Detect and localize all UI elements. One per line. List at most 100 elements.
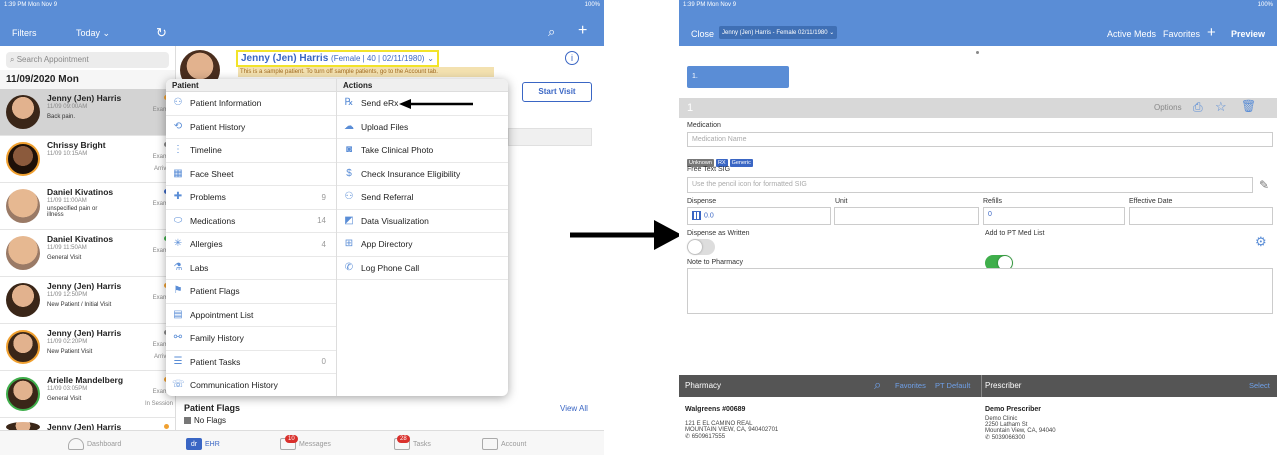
tab-tasks[interactable]: 28 Tasks: [394, 435, 431, 450]
detail-field: [508, 128, 592, 146]
menu-item-problems[interactable]: ✚ Problems 9: [166, 186, 336, 210]
menu-item-upload-files[interactable]: ☁ Upload Files: [337, 116, 508, 139]
menu-item-log-phone-call[interactable]: ✆ Log Phone Call: [337, 257, 508, 280]
dispense-input[interactable]: 0.0: [687, 207, 831, 225]
status-dot: [164, 424, 169, 429]
search-appointment-input[interactable]: ⌕ Search Appointment: [6, 52, 169, 68]
history-icon: ⟲: [173, 120, 183, 132]
chevron-down-icon: ⌄: [827, 30, 835, 36]
tab-ehr[interactable]: dr EHR: [186, 438, 220, 450]
options-button[interactable]: Options: [1154, 103, 1182, 112]
sig-input[interactable]: Use the pencil icon for formatted SIG: [687, 177, 1253, 193]
menu-item-patient-flags[interactable]: ⚑ Patient Flags: [166, 280, 336, 304]
appointment-item[interactable]: Arielle Mandelberg 11/09 03:05PM General V…: [0, 371, 175, 418]
menu-item-patient-information[interactable]: ⚇ Patient Information: [166, 92, 336, 116]
trash-icon[interactable]: 🗑: [1241, 99, 1256, 113]
menu-item-app-directory[interactable]: ⊞ App Directory: [337, 233, 508, 257]
menu-item-send-referral[interactable]: ⚇ Send Referral: [337, 186, 508, 210]
divider: [981, 375, 982, 397]
search-icon[interactable]: ⌕: [874, 377, 881, 393]
patient-name: Jenny (Jen) Harris: [241, 53, 329, 64]
menu-item-medications[interactable]: ⬭ Medications 14: [166, 210, 336, 233]
effective-date-label: Effective Date: [1129, 198, 1173, 205]
appointment-item[interactable]: Jenny (Jen) Harris 11/09 02:20PM New Patie…: [0, 324, 175, 371]
tab-account[interactable]: Account: [482, 438, 526, 450]
dispense-value: 0.0: [704, 212, 714, 220]
menu-item-appointment-list[interactable]: ▤ Appointment List: [166, 304, 336, 327]
prescription-tab[interactable]: 1.: [687, 66, 789, 88]
close-button[interactable]: Close: [691, 29, 714, 39]
today-dropdown[interactable]: Today ⌄: [76, 28, 110, 39]
dispense-as-written-toggle[interactable]: [687, 239, 715, 255]
unit-input[interactable]: [834, 207, 979, 225]
menu-item-labs[interactable]: ⚗ Labs: [166, 257, 336, 280]
tab-dashboard[interactable]: Dashboard: [68, 438, 121, 450]
printer-icon[interactable]: ⎙: [1193, 100, 1203, 115]
menu-item-patient-tasks[interactable]: ☰ Patient Tasks 0: [166, 351, 336, 374]
pharmacy-info[interactable]: Walgreens #00689 121 E EL CAMINO REAL MO…: [685, 406, 778, 440]
status-time: 1:39 PM Mon Nov 9: [683, 2, 737, 8]
refills-input[interactable]: 0: [983, 207, 1125, 225]
menu-item-family-history[interactable]: ⚯ Family History: [166, 327, 336, 351]
active-meds-button[interactable]: Active Meds: [1107, 29, 1156, 39]
menu-item-face-sheet[interactable]: ▦ Face Sheet: [166, 163, 336, 186]
tab-label: EHR: [205, 440, 220, 448]
pharmacy-name: Walgreens #00689: [685, 406, 746, 413]
medication-name-input[interactable]: Medication Name: [687, 132, 1273, 147]
star-icon[interactable]: ☆: [1215, 99, 1227, 115]
appointment-name: Daniel Kivatinos: [47, 234, 114, 244]
note-to-pharmacy-input[interactable]: [687, 268, 1273, 314]
patient-header[interactable]: Jenny (Jen) Harris (Female | 40 | 02/11/…: [236, 50, 439, 67]
calculator-icon[interactable]: [692, 211, 701, 220]
menu-item-label: Timeline: [190, 145, 222, 156]
appointment-item[interactable]: Daniel Kivatinos 11/09 11:00AM unspecified…: [0, 183, 175, 230]
prescriber-info[interactable]: Demo Prescriber Demo Clinic 2250 Latham …: [985, 406, 1056, 441]
menu-item-label: Problems: [190, 192, 226, 203]
patient-selector[interactable]: Jenny (Jen) Harris - Female 02/11/1980 ⌄: [719, 26, 838, 39]
menu-item-check-insurance[interactable]: $ Check Insurance Eligibility: [337, 163, 508, 186]
select-prescriber-button[interactable]: Select: [1249, 381, 1270, 390]
no-flags-label: No Flags: [194, 416, 227, 425]
pt-default-button[interactable]: PT Default: [935, 381, 970, 390]
tab-label: Dashboard: [87, 440, 122, 448]
add-icon[interactable]: +: [1207, 24, 1216, 41]
info-icon[interactable]: i: [565, 51, 579, 65]
gear-icon[interactable]: ⚙: [1255, 234, 1267, 250]
menu-item-data-visualization[interactable]: ◩ Data Visualization: [337, 210, 508, 233]
view-all-link[interactable]: View All: [560, 404, 588, 413]
preview-button[interactable]: Preview: [1231, 29, 1265, 39]
menu-item-take-clinical-photo[interactable]: ◙ Take Clinical Photo: [337, 139, 508, 163]
menu-item-label: Check Insurance Eligibility: [361, 168, 461, 179]
search-icon[interactable]: ⌕: [548, 24, 555, 40]
tag-generic[interactable]: Generic: [729, 159, 753, 167]
appointment-item[interactable]: Daniel Kivatinos 11/09 11:50AM General Vis…: [0, 230, 175, 277]
appointment-list-pane: ⌕ Search Appointment 11/09/2020 Mon Jenn…: [0, 46, 176, 432]
no-flags-row: No Flags: [184, 416, 226, 425]
patient-column-header: Patient: [166, 79, 336, 92]
appointment-item[interactable]: Jenny (Jen) Harris 11/09 12:50PM New Patie…: [0, 277, 175, 324]
medication-label: Medication: [687, 122, 721, 129]
pill-icon: ⬭: [173, 214, 183, 226]
appointment-item[interactable]: Chrissy Bright 11/09 10:15AM Exam 4 Arrived: [0, 136, 175, 183]
pencil-icon[interactable]: ✎: [1259, 178, 1269, 192]
refresh-icon[interactable]: ↻: [156, 25, 167, 41]
menu-item-communication-history[interactable]: ☏ Communication History: [166, 374, 336, 396]
menu-item-patient-history[interactable]: ⟲ Patient History: [166, 116, 336, 139]
avatar: [6, 236, 40, 270]
account-icon: [482, 438, 498, 450]
appointment-item[interactable]: Jenny (Jen) Harris 11/09 09:00AM Back pain…: [0, 89, 175, 136]
menu-item-send-erx[interactable]: ℞ Send eRx: [337, 92, 508, 116]
favorites-button[interactable]: Favorites: [1163, 29, 1200, 39]
avatar: [6, 283, 40, 317]
appointment-name: Chrissy Bright: [47, 140, 106, 150]
add-icon[interactable]: +: [578, 22, 587, 40]
effective-date-input[interactable]: [1129, 207, 1273, 225]
menu-item-timeline[interactable]: ⋮ Timeline: [166, 139, 336, 163]
menu-item-allergies[interactable]: ✳ Allergies 4: [166, 233, 336, 257]
grid-icon: ▦: [173, 167, 183, 179]
start-visit-button[interactable]: Start Visit: [522, 82, 592, 102]
cross-icon: ✚: [173, 191, 183, 203]
filters-button[interactable]: Filters: [12, 28, 37, 38]
pharmacy-favorites-button[interactable]: Favorites: [895, 381, 926, 390]
tab-messages[interactable]: 10 Messages: [280, 435, 331, 450]
